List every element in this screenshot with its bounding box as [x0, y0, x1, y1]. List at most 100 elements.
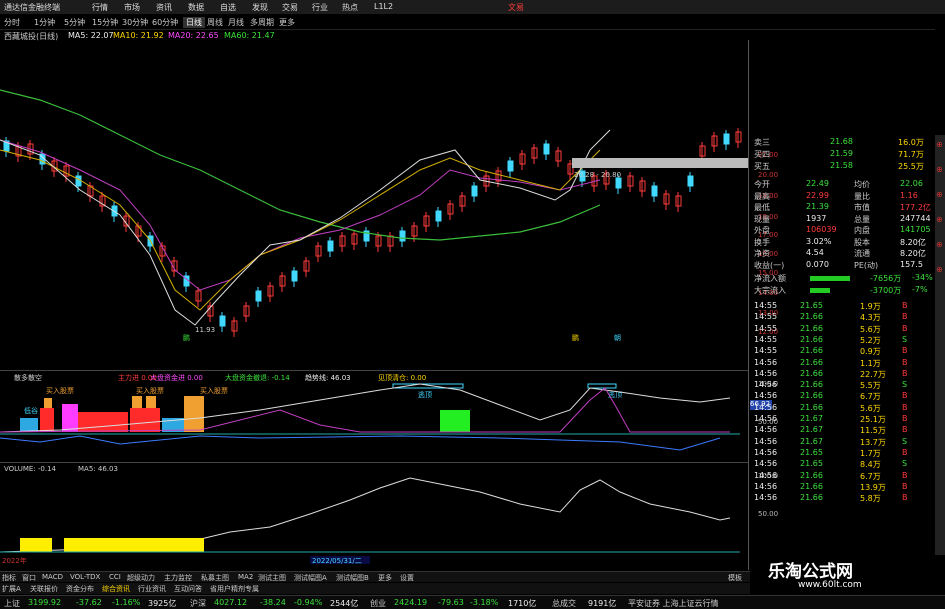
period-tab-monthly[interactable]: 月线 [228, 17, 244, 28]
indicator1-chart[interactable]: 买入股票 买入股票 买入股票 逃顶 逃顶 低谷 [0, 380, 748, 470]
period-tab-weekly[interactable]: 周线 [207, 17, 223, 28]
tick-row: 14:56 21.66 22.7万 B [754, 368, 908, 379]
money-line [0, 435, 721, 451]
candle [687, 175, 694, 187]
period-tab-1min[interactable]: 1分钟 [34, 17, 55, 28]
ma5-line [0, 129, 611, 326]
tick-row: 14:56 21.66 13.9万 B [754, 481, 908, 492]
tab-indicator[interactable]: 指标 [2, 573, 16, 583]
tab-test-main[interactable]: 测试主图 [258, 573, 286, 583]
total-label: 总成交 [552, 599, 576, 608]
sh-amount: 3925亿 [148, 599, 177, 608]
tab-private-main[interactable]: 私募主图 [201, 573, 229, 583]
candlestick-chart[interactable]: 20.28 - 20.80 11.93 鹏 鹏 朝 [0, 40, 748, 370]
stat-row: 换手 3.02% 股本 8.20亿 [754, 236, 926, 247]
marker-c: 朝 [614, 334, 621, 342]
sz-pct: -0.94% [294, 598, 323, 607]
tick-row: 14:56 21.67 13.7万 S [754, 436, 908, 447]
candle [255, 290, 262, 302]
sz-change: -38.24 [260, 598, 286, 607]
period-tab-15min[interactable]: 15分钟 [92, 17, 118, 28]
price-axis-line [748, 40, 749, 570]
indicator2-chart[interactable]: 2022/05/31/二 2022年 [0, 472, 748, 567]
menu-item-hot[interactable]: 热点 [342, 2, 358, 13]
tab-test-sub-a[interactable]: 测试幅图A [294, 573, 327, 583]
tab-related[interactable]: 关联报价 [30, 584, 58, 594]
tab-ma2[interactable]: MA2 [238, 573, 253, 581]
candle [435, 210, 442, 222]
stat-row: 今开 22.49 均价 22.06 [754, 179, 923, 189]
tick-row: 14:56 21.66 5.8万 B [754, 493, 908, 504]
order-row-buy4: 买四 21.59 71.7万 [754, 149, 924, 159]
cy-pct: -3.18% [470, 598, 499, 607]
flow-row-block: 大宗流入 -3700万 -7% [754, 285, 928, 295]
stat-row: 收益(一) 0.070 PE(动) 157.5 [754, 259, 923, 270]
right-sidebar[interactable]: ⊕ ⊕ ⊕ ⊕ ⊕ ⊕ [935, 135, 945, 595]
tick-row: 14:56 21.66 5.5万 S [754, 380, 908, 391]
tab-window[interactable]: 窗口 [22, 573, 36, 583]
tab-qa[interactable]: 互动问答 [174, 584, 202, 594]
menu-item-news[interactable]: 资讯 [156, 2, 172, 13]
tab-fund-dist[interactable]: 资金分布 [66, 584, 94, 594]
stat-row: 现量 1937 总量 247744 [754, 213, 931, 224]
tab-test-sub-b[interactable]: 测试幅图B [336, 573, 369, 583]
trade-button[interactable]: 文易 [508, 2, 524, 13]
sh-change: -37.62 [76, 598, 102, 607]
tab-vol-tdx[interactable]: VOL-TDX [70, 573, 100, 581]
period-tab-multi[interactable]: 多周期 [250, 17, 274, 28]
stat-row: 净资 4.54 流通 8.20亿 [754, 248, 926, 258]
candle [723, 133, 730, 145]
marker-b: 鹏 [572, 333, 579, 342]
menu-item-market[interactable]: 市场 [124, 2, 140, 13]
divider-1 [0, 370, 748, 371]
period-tab-5min[interactable]: 5分钟 [64, 17, 85, 28]
watermark: 乐淘公式网 www.60lt.com [750, 555, 945, 595]
app-title: 通达信金融终端 [4, 3, 60, 12]
menu-item-industry[interactable]: 行业 [312, 2, 328, 13]
menu-item-data[interactable]: 数据 [188, 2, 204, 13]
tab-cci[interactable]: CCI [109, 573, 121, 581]
period-tab-more[interactable]: 更多 [279, 17, 295, 28]
menu-item-trade[interactable]: 交易 [282, 2, 298, 13]
tick-row: 14:56 21.65 1.7万 B [754, 447, 908, 458]
candle [399, 230, 406, 242]
candle [75, 175, 82, 187]
sz-amount: 2544亿 [330, 599, 359, 608]
tick-row: 14:56 21.66 1.1万 B [754, 357, 908, 368]
trading-terminal: 通达信金融终端 行情 市场 资讯 数据 自选 发现 交易 行业 热点 L1L2 … [0, 0, 945, 609]
tick-row: 14:56 21.66 6.7万 B [754, 391, 908, 402]
sh-index: 3199.92 [28, 598, 62, 607]
candle [651, 185, 658, 197]
tab-exclusive[interactable]: 省用户精剂专属 [210, 584, 259, 594]
period-tab-30min[interactable]: 30分钟 [122, 17, 148, 28]
tick-row: 14:56 21.67 25.1万 B [754, 414, 908, 424]
tab-template[interactable]: 模板 [728, 573, 742, 583]
period-tab-fenshi[interactable]: 分时 [4, 17, 20, 28]
period-tab-60min[interactable]: 60分钟 [152, 17, 178, 28]
tab-super-power[interactable]: 超级动力 [127, 573, 155, 583]
tab-more[interactable]: 更多 [378, 573, 392, 583]
period-tab-daily[interactable]: 日线 [183, 17, 205, 28]
menu-item-quotes[interactable]: 行情 [92, 2, 108, 13]
tick-row: 14:55 21.66 5.2万 S [754, 334, 908, 345]
divider-2 [0, 462, 748, 463]
tab-ext-a[interactable]: 扩展A [2, 584, 21, 594]
indicator-tabs: 指标 窗口 MACD VOL-TDX CCI 超级动力 主力监控 私募主图 MA… [0, 571, 750, 582]
order-row-sell3: 卖三 21.68 16.0万 [754, 137, 924, 147]
tab-settings[interactable]: 设置 [400, 573, 414, 583]
candle [615, 177, 622, 189]
menu-item-l1l2[interactable]: L1L2 [374, 2, 393, 11]
menu-item-discover[interactable]: 发现 [252, 2, 268, 13]
candle [327, 240, 334, 252]
buy-label-3: 买入股票 [200, 387, 228, 395]
price-range-label: 20.28 - 20.80 [574, 171, 621, 179]
tick-row: 14:56 21.65 8.4万 S [754, 459, 908, 470]
tab-macd[interactable]: MACD [42, 573, 63, 581]
low-price-label: 11.93 [195, 326, 215, 334]
menu-item-watchlist[interactable]: 自选 [220, 2, 236, 13]
tab-news[interactable]: 综合资讯 [102, 584, 130, 594]
flow-row-net: 净流入额 -7656万 -34% [754, 273, 933, 283]
tab-industry-news[interactable]: 行业资讯 [138, 584, 166, 594]
tab-main-monitor[interactable]: 主力监控 [164, 573, 192, 583]
candle [471, 185, 478, 197]
